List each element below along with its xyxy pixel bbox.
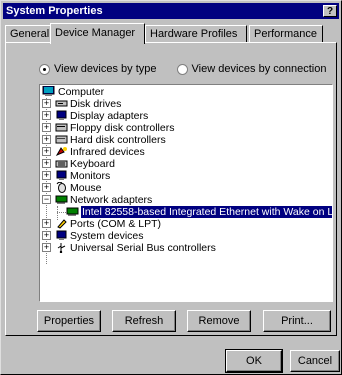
tree-item-label: Mouse — [70, 182, 102, 194]
window-title: System Properties — [6, 5, 103, 17]
tree-item-label: Network adapters — [70, 194, 153, 206]
tree-item-label: Floppy disk controllers — [70, 122, 175, 134]
tab-hardware-profiles[interactable]: Hardware Profiles — [145, 25, 247, 43]
print-button[interactable]: Print... — [263, 310, 331, 332]
expand-icon[interactable]: + — [42, 99, 51, 108]
view-by-connection-radio[interactable]: View devices by connection — [176, 63, 327, 75]
title-bar: System Properties ? — [3, 3, 339, 19]
tab-general[interactable]: General — [5, 25, 51, 43]
tree-item-label: Ports (COM & LPT) — [70, 218, 162, 230]
display-adapter-icon — [56, 110, 67, 120]
view-by-type-radio[interactable]: View devices by type — [39, 63, 157, 75]
tree-label-computer: Computer — [58, 86, 105, 98]
view-by-type-label: View devices by type — [54, 63, 157, 75]
expand-icon[interactable]: + — [42, 111, 51, 120]
port-icon — [57, 219, 67, 229]
tree-item-label: Infrared devices — [70, 146, 145, 158]
keyboard-icon — [55, 160, 68, 168]
tree-item-label: Display adapters — [70, 110, 149, 122]
system-device-icon — [56, 230, 67, 240]
expand-icon[interactable]: + — [42, 183, 51, 192]
tree-item-intel-ethernet[interactable]: Intel 82558-based Integrated Ethernet wi… — [42, 206, 332, 218]
expand-icon[interactable]: + — [42, 219, 51, 228]
hard-disk-controller-icon — [55, 135, 68, 144]
tree-item-label: Monitors — [70, 170, 111, 182]
ok-button[interactable]: OK — [225, 349, 283, 373]
collapse-icon[interactable]: − — [42, 195, 51, 204]
view-by-connection-label: View devices by connection — [191, 63, 327, 75]
system-properties-window: System Properties ? General Device Manag… — [0, 0, 342, 375]
tree-item-label: System devices — [70, 230, 144, 242]
refresh-button[interactable]: Refresh — [112, 310, 176, 332]
usb-icon — [57, 243, 66, 253]
tree-item-label: Hard disk controllers — [70, 134, 166, 146]
tree-item-label: Keyboard — [70, 158, 115, 170]
view-options: View devices by type View devices by con… — [39, 63, 326, 75]
mouse-icon — [56, 182, 66, 193]
tree-item-label-selected: Intel 82558-based Integrated Ethernet wi… — [81, 206, 332, 218]
tree-item-label: Universal Serial Bus controllers — [70, 242, 216, 254]
tab-performance[interactable]: Performance — [249, 25, 323, 43]
floppy-controller-icon — [55, 123, 68, 132]
expand-icon[interactable]: + — [42, 135, 51, 144]
monitor-icon — [56, 170, 67, 180]
device-tree[interactable]: Computer + Disk drives + Display adapter… — [39, 84, 333, 302]
radio-unselected-indicator — [176, 63, 188, 75]
remove-button[interactable]: Remove — [187, 310, 251, 332]
computer-icon — [42, 86, 55, 96]
help-button[interactable]: ? — [323, 5, 337, 17]
expand-icon[interactable]: + — [42, 159, 51, 168]
properties-button[interactable]: Properties — [37, 310, 101, 332]
radio-selected-indicator — [39, 63, 50, 75]
tab-device-manager[interactable]: Device Manager — [50, 23, 145, 44]
expand-icon[interactable]: + — [42, 243, 51, 252]
infrared-icon — [55, 147, 67, 157]
network-card-icon — [66, 207, 79, 216]
disk-drive-icon — [55, 100, 68, 107]
expand-icon[interactable]: + — [42, 231, 51, 240]
cancel-button[interactable]: Cancel — [290, 350, 340, 372]
expand-icon[interactable]: + — [42, 123, 51, 132]
expand-icon[interactable]: + — [42, 171, 51, 180]
tree-item-label: Disk drives — [70, 98, 122, 110]
network-adapter-icon — [55, 195, 68, 204]
expand-icon[interactable]: + — [42, 147, 51, 156]
tree-branch-connector — [57, 212, 66, 213]
